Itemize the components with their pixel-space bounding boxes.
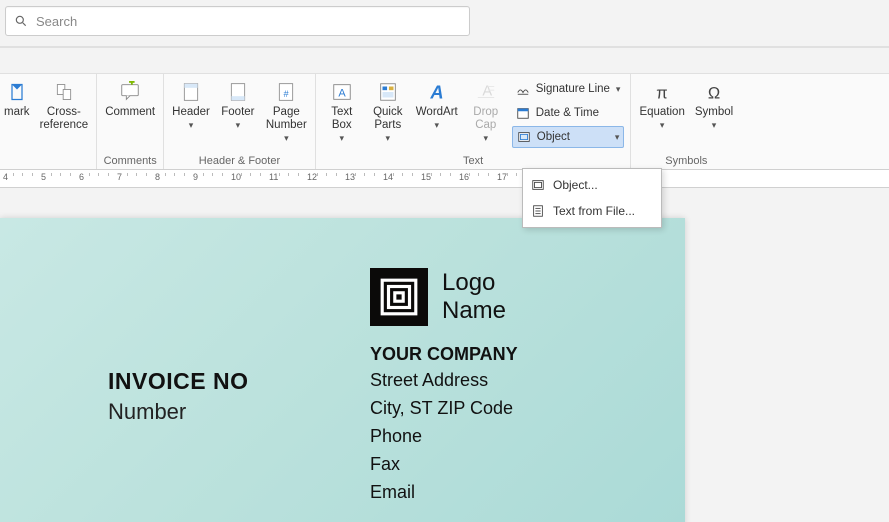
ruler-number: 8 — [155, 172, 160, 182]
svg-text:π: π — [656, 84, 667, 102]
equation-button[interactable]: π Equation ▾ — [635, 76, 688, 133]
chevron-down-icon: ▾ — [340, 133, 345, 144]
object-menu-item[interactable]: Object... — [523, 172, 661, 198]
cross-reference-button[interactable]: Cross- reference — [36, 76, 93, 134]
date-time-button[interactable]: Date & Time — [512, 102, 625, 124]
document-page: INVOICE NO Number Logo Name YOUR COMPANY… — [0, 218, 685, 522]
address-line: Phone — [370, 423, 518, 449]
address-line: Street Address — [370, 367, 518, 393]
object-icon — [517, 130, 531, 144]
header-icon — [179, 80, 203, 104]
header-button[interactable]: Header ▾ — [168, 76, 214, 133]
logo-text: Logo Name — [442, 269, 506, 325]
cross-reference-icon — [52, 80, 76, 104]
chevron-down-icon: ▾ — [236, 120, 241, 131]
wordart-icon: A — [425, 80, 449, 104]
object-dropdown: Object... Text from File... — [522, 168, 662, 228]
chevron-down-icon: ▾ — [483, 133, 488, 144]
text-box-icon: A — [330, 80, 354, 104]
ruler-number: 10 — [231, 172, 241, 182]
quick-parts-icon — [376, 80, 400, 104]
wordart-button[interactable]: A WordArt ▾ — [412, 76, 462, 133]
object-button[interactable]: Object ▾ — [512, 126, 625, 148]
symbol-button[interactable]: Ω Symbol ▾ — [691, 76, 737, 133]
ruler-number: 11 — [269, 172, 278, 182]
search-input[interactable]: Search — [5, 6, 470, 36]
ruler-number: 6 — [79, 172, 84, 182]
chevron-down-icon: ▾ — [284, 133, 289, 144]
object-icon — [531, 178, 545, 192]
comment-button[interactable]: Comment — [101, 76, 159, 121]
symbol-icon: Ω — [702, 80, 726, 104]
address-line: Fax — [370, 451, 518, 477]
footer-icon — [226, 80, 250, 104]
footer-button[interactable]: Footer ▾ — [216, 76, 260, 133]
company-name: YOUR COMPANY — [370, 344, 518, 365]
bookmark-icon — [5, 80, 29, 104]
comments-group-label: Comments — [101, 153, 159, 169]
ruler-number: 13 — [345, 172, 355, 182]
symbols-group-label: Symbols — [635, 153, 737, 169]
chevron-down-icon: ▾ — [435, 120, 440, 131]
document-area[interactable]: INVOICE NO Number Logo Name YOUR COMPANY… — [0, 188, 889, 522]
date-time-icon — [516, 106, 530, 120]
ruler-number: 5 — [41, 172, 46, 182]
chevron-down-icon: ▾ — [386, 133, 391, 144]
address-line: Email — [370, 479, 518, 505]
comment-icon — [118, 80, 142, 104]
invoice-no-label: INVOICE NO — [108, 368, 248, 395]
page-number-icon: # — [274, 80, 298, 104]
search-placeholder: Search — [36, 14, 77, 29]
ruler-number: 16 — [459, 172, 469, 182]
drop-cap-icon: A — [474, 80, 498, 104]
address-line: City, ST ZIP Code — [370, 395, 518, 421]
signature-icon — [516, 82, 530, 96]
quick-parts-button[interactable]: Quick Parts ▾ — [366, 76, 410, 146]
svg-text:A: A — [338, 88, 346, 100]
ruler-number: 9 — [193, 172, 198, 182]
signature-line-button[interactable]: Signature Line ▾ — [512, 78, 625, 100]
ruler-number: 4 — [3, 172, 8, 182]
header-footer-group-label: Header & Footer — [168, 153, 311, 169]
chevron-down-icon: ▾ — [189, 120, 194, 131]
text-from-file-menu-item[interactable]: Text from File... — [523, 198, 661, 224]
text-group-label: Text — [320, 153, 627, 169]
ruler-number: 12 — [307, 172, 317, 182]
chevron-down-icon: ▾ — [616, 84, 621, 95]
chevron-down-icon: ▾ — [660, 120, 665, 131]
logo-image — [370, 268, 428, 326]
svg-text:A: A — [429, 81, 443, 102]
drop-cap-button: A Drop Cap ▾ — [464, 76, 508, 146]
invoice-number-value: Number — [108, 399, 248, 425]
equation-icon: π — [650, 80, 674, 104]
bookmark-button[interactable]: mark — [0, 76, 34, 121]
ruler-number: 17 — [497, 172, 507, 182]
ruler-number: 15 — [421, 172, 431, 182]
ruler[interactable]: 4 5 6 7 8 9 10 11 12 13 14 15 16 17 — [0, 170, 889, 188]
ruler-number: 7 — [117, 172, 122, 182]
text-file-icon — [531, 204, 545, 218]
svg-text:Ω: Ω — [708, 84, 720, 102]
page-number-button[interactable]: # Page Number ▾ — [262, 76, 311, 146]
text-box-button[interactable]: A Text Box ▾ — [320, 76, 364, 146]
search-icon — [14, 14, 28, 28]
chevron-down-icon: ▾ — [712, 120, 717, 131]
chevron-down-icon: ▾ — [615, 132, 620, 143]
ribbon: mark Cross- reference Comment Comments — [0, 74, 889, 170]
ruler-number: 14 — [383, 172, 393, 182]
